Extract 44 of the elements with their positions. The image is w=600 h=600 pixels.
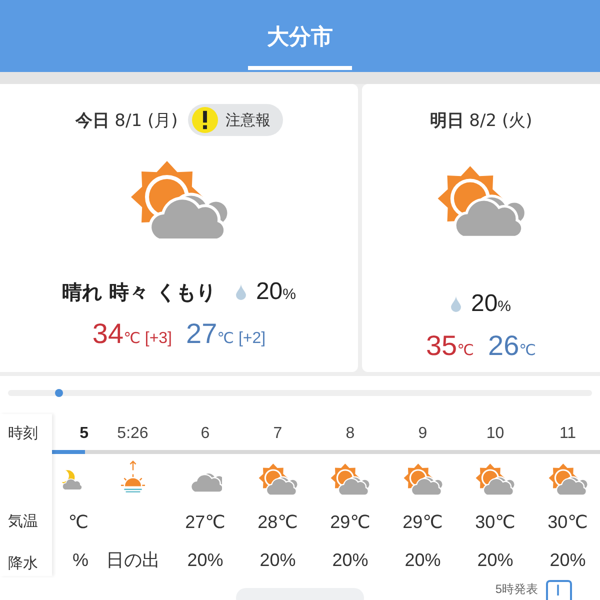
low-temp: 27℃ [+2] [186,318,266,350]
raindrop-icon [236,284,246,300]
rain-chance: 20% [256,278,296,306]
scroll-thumb[interactable] [54,389,63,397]
hour-label: 5 [80,424,88,444]
rain-chance: 20% [477,549,514,572]
hour-label: 8 [346,424,355,444]
rain-chance: 20% [404,549,441,572]
hour-label: 5:26 [117,424,148,444]
temperature: 29℃ [402,511,443,534]
row-label: 降水 [7,554,39,574]
weather-text: 晴れ 時々 くもり [62,278,216,306]
temperature: 28℃ [258,511,298,534]
date-label: 明日 8/2 (火) [430,110,532,132]
hour-label: 6 [200,424,210,444]
rain-chance: 20% [332,549,368,572]
hour-label: 11 [559,424,576,444]
temperature: 27℃ [185,511,226,534]
high-temp: 34℃ [+3] [92,318,172,350]
row-label: 気温 [7,512,39,532]
day-card[interactable]: 今日 8/1 (月) 注意報 晴れ 時々 くもり 20% 34℃ [+3] 27℃ [+2] [0,84,358,372]
date-label: 今日 8/1 (月) [75,110,178,132]
rain-chance: 20% [187,549,224,572]
hour-label: 10 [486,424,504,444]
temperature: ℃ [68,511,88,534]
hour-label: 7 [273,424,282,444]
hour-label: 9 [418,424,428,444]
rain-chance: 20% [260,549,296,572]
rain-chance: 日の出 [106,549,160,572]
temperature: 30℃ [475,511,516,534]
alert-text: 注意報 [226,110,271,130]
row-label: 時刻 [7,424,39,444]
warning-icon [192,107,218,133]
high-temp: 35℃ [426,330,474,362]
rain-chance: 20% [470,290,512,318]
alert-badge[interactable]: 注意報 [188,104,283,136]
temperature: 29℃ [330,511,370,534]
temperature: 30℃ [548,511,588,534]
raindrop-icon [450,296,461,312]
day-card[interactable]: 明日 8/2 (火) 20% 35℃ 26℃ [362,84,600,372]
rain-chance: 20% [550,549,586,572]
low-temp: 26℃ [488,330,536,362]
issued-time: 5時発表 [495,581,538,598]
rain-chance: % [72,549,88,572]
